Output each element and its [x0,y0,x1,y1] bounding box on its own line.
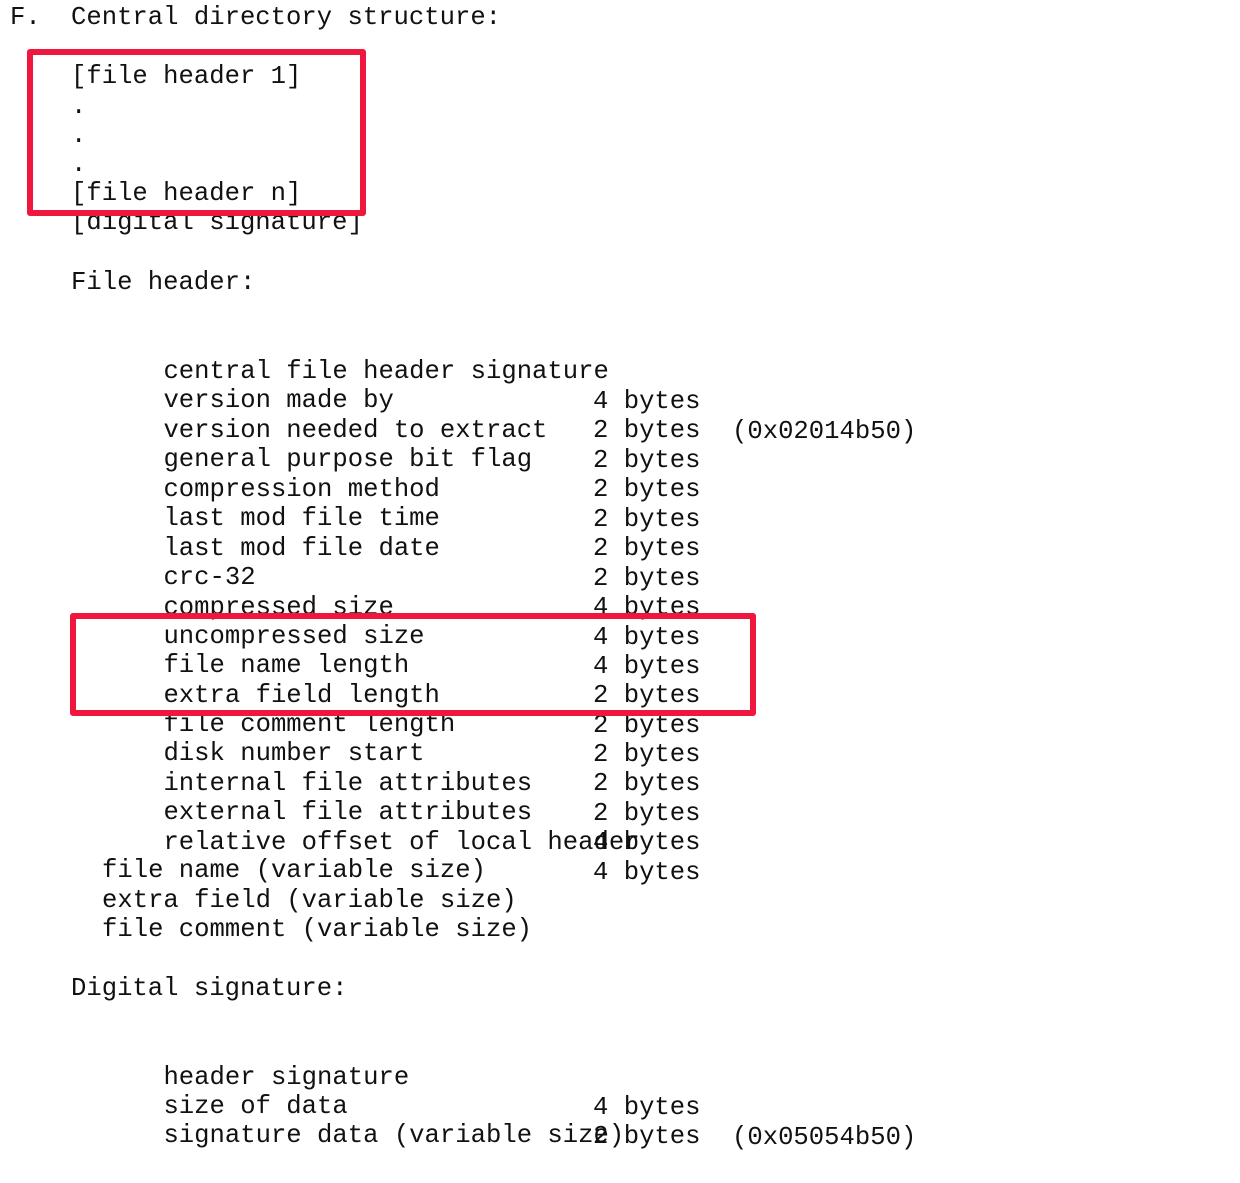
zip-spec-document: F. Central directory structure: [file he… [0,0,1240,1152]
field-size: 2 bytes [593,711,701,740]
field-row: central file header signature 4 bytes (0… [102,327,916,446]
field-size: 2 bytes [593,681,701,710]
field-row: extra field length 2 bytes [102,651,700,740]
digital-signature-title: Digital signature: [71,974,348,1003]
field-row: file comment length 2 bytes [102,680,700,769]
field-row: last mod file date 2 bytes [102,504,700,593]
field-name: signature data (variable size) [163,1121,625,1150]
field-row: disk number start 2 bytes [102,709,700,798]
variable-field: extra field (variable size) [102,886,517,915]
field-size: 2 bytes [593,475,701,504]
field-row: signature data (variable size) [102,1091,624,1150]
field-row: version made by 2 bytes [102,356,700,445]
field-row: internal file attributes 2 bytes [102,739,700,828]
structure-line: . [71,92,87,121]
field-size: 4 bytes [593,623,701,652]
field-signature: (0x05054b50) [732,1123,917,1152]
field-name: relative offset of local header [163,828,640,857]
field-size: 4 bytes [593,387,701,416]
field-row: relative offset of local header 4 bytes [102,798,700,887]
field-size: 4 bytes [593,652,701,681]
field-size: 2 bytes [593,769,701,798]
section-label: F. [10,3,41,32]
field-row: version needed to extract 2 bytes [102,386,700,475]
field-row: header signature 4 bytes (0x05054b50) [102,1033,916,1152]
field-row: last mod file time 2 bytes [102,474,700,563]
structure-line: [file header 1] [71,62,302,91]
variable-field: file comment (variable size) [102,915,533,944]
field-size: 4 bytes [593,858,701,887]
field-row: uncompressed size 4 bytes [102,592,700,681]
field-size: 4 bytes [593,593,701,622]
field-size: 2 bytes [593,564,701,593]
field-row: crc-32 4 bytes [102,533,700,622]
structure-line: . [71,121,87,150]
structure-line: [digital signature] [71,208,363,237]
field-row: compressed size 4 bytes [102,563,700,652]
field-size: 2 bytes [593,446,701,475]
structure-line: . [71,150,87,179]
structure-line: [file header n] [71,179,302,208]
section-title: Central directory structure: [71,3,502,32]
field-size: 2 bytes [593,505,701,534]
field-row: general purpose bit flag 2 bytes [102,415,700,504]
field-row: size of data 2 bytes [102,1062,700,1151]
field-row: external file attributes 4 bytes [102,768,700,857]
field-row: compression method 2 bytes [102,445,700,534]
field-size: 2 bytes [593,740,701,769]
variable-field: file name (variable size) [102,856,486,885]
field-size: 2 bytes [593,416,701,445]
field-row: file name length 2 bytes [102,621,700,710]
file-header-title: File header: [71,268,256,297]
field-signature: (0x02014b50) [732,417,917,446]
field-size: 2 bytes [593,534,701,563]
